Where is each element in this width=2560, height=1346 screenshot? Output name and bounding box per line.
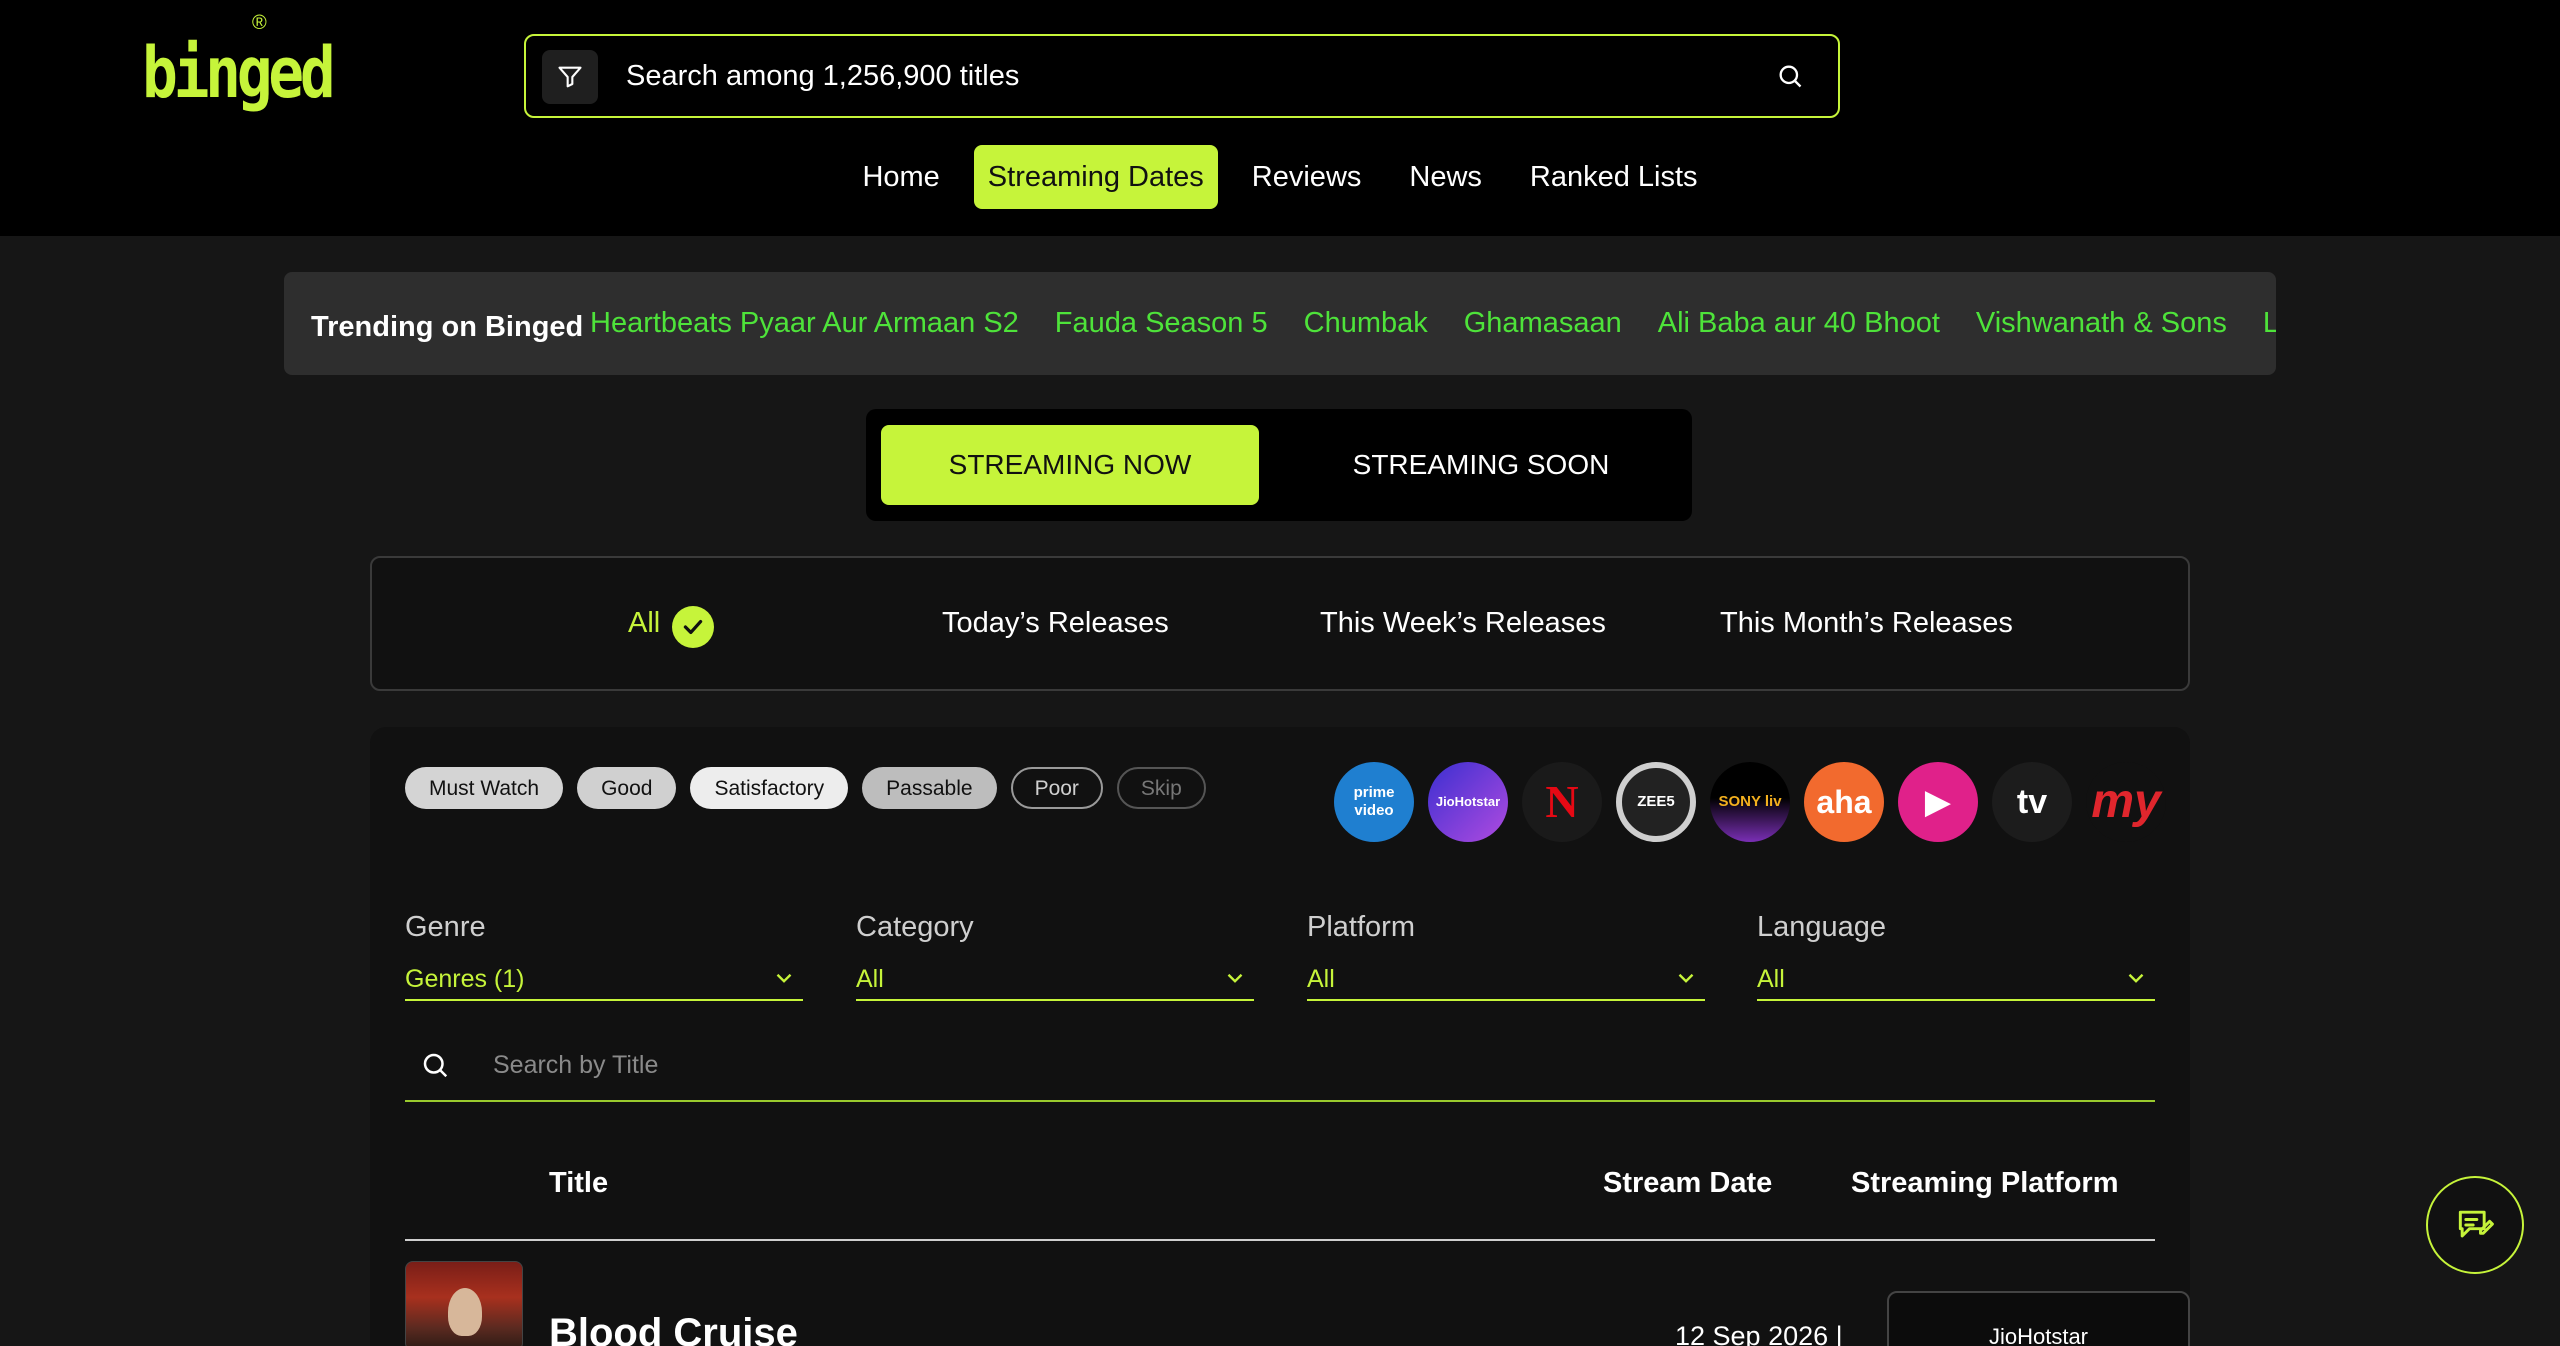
column-streaming-platform: Streaming Platform bbox=[1851, 1167, 2119, 1199]
top-bar: binged ® Search among 1,256,900 titles H… bbox=[0, 0, 2560, 236]
mx-player-icon[interactable]: my bbox=[2086, 762, 2166, 842]
main-nav: Home Streaming Dates Reviews News Ranked… bbox=[0, 145, 2560, 209]
filter-icon[interactable] bbox=[542, 50, 598, 104]
nav-home[interactable]: Home bbox=[848, 145, 953, 209]
chip-poor[interactable]: Poor bbox=[1010, 767, 1103, 809]
category-label: Category bbox=[856, 911, 974, 943]
binged-logo[interactable]: binged bbox=[142, 28, 336, 118]
zee5-icon[interactable]: ZEE5 bbox=[1616, 762, 1696, 842]
search-icon bbox=[423, 1053, 448, 1078]
trending-item[interactable]: Ali Baba aur 40 Bhoot bbox=[1658, 272, 1940, 375]
prime-video-icon[interactable]: prime video bbox=[1334, 762, 1414, 842]
row-platform-badge[interactable]: JioHotstar bbox=[1887, 1291, 2190, 1346]
aha-icon[interactable]: aha bbox=[1804, 762, 1884, 842]
tab-todays-releases[interactable]: Today’s Releases bbox=[942, 558, 1169, 689]
title-search-input[interactable]: Search by Title bbox=[493, 1032, 658, 1102]
trending-bar: Trending on Binged Heartbeats Pyaar Aur … bbox=[284, 272, 2276, 375]
streaming-now-button[interactable]: STREAMING NOW bbox=[881, 425, 1259, 505]
registered-mark: ® bbox=[252, 12, 267, 34]
trending-label: Trending on Binged bbox=[311, 311, 584, 343]
jiohotstar-icon[interactable]: JioHotstar bbox=[1428, 762, 1508, 842]
category-select[interactable]: All bbox=[856, 961, 1254, 1001]
category-value: All bbox=[856, 965, 884, 993]
filter-row: Genre Genres (1) Category All Platform A… bbox=[405, 907, 2155, 1017]
trending-item[interactable]: Heartbeats Pyaar Aur Armaan S2 bbox=[590, 272, 1019, 375]
feedback-icon[interactable] bbox=[2426, 1176, 2524, 1274]
jiocinema-icon[interactable]: ▶ bbox=[1898, 762, 1978, 842]
platform-icons: prime video JioHotstar N ZEE5 SONY liv a… bbox=[1334, 762, 2166, 842]
column-stream-date: Stream Date bbox=[1603, 1167, 1773, 1199]
nav-reviews[interactable]: Reviews bbox=[1238, 145, 1376, 209]
column-title: Title bbox=[549, 1167, 609, 1199]
tab-this-weeks-releases[interactable]: This Week’s Releases bbox=[1320, 558, 1606, 689]
chip-satisfactory[interactable]: Satisfactory bbox=[690, 767, 849, 809]
poster-thumbnail[interactable] bbox=[405, 1261, 523, 1346]
chevron-down-icon bbox=[2128, 973, 2144, 983]
language-label: Language bbox=[1757, 911, 1887, 943]
streaming-toggle: STREAMING NOW STREAMING SOON bbox=[866, 409, 1692, 521]
language-select[interactable]: All bbox=[1757, 961, 2155, 1001]
trending-item[interactable]: Fauda Season 5 bbox=[1055, 272, 1268, 375]
verdict-chips: Must Watch Good Satisfactory Passable Po… bbox=[405, 767, 1206, 809]
genre-filter[interactable]: Genre Genres (1) bbox=[405, 907, 803, 1001]
table-row[interactable]: Blood Cruise 12 Sep 2026 | JioHotstar bbox=[405, 1261, 2190, 1346]
trending-item[interactable]: Chumbak bbox=[1304, 272, 1428, 375]
listing-panel: Must Watch Good Satisfactory Passable Po… bbox=[370, 727, 2190, 1346]
category-filter[interactable]: Category All bbox=[856, 907, 1254, 1001]
nav-ranked-lists[interactable]: Ranked Lists bbox=[1516, 145, 1712, 209]
tab-this-months-releases[interactable]: This Month’s Releases bbox=[1720, 558, 2013, 689]
sony-liv-icon[interactable]: SONY liv bbox=[1710, 762, 1790, 842]
chevron-down-icon bbox=[1678, 973, 1694, 983]
chip-must-watch[interactable]: Must Watch bbox=[405, 767, 564, 809]
trending-item[interactable]: Vishwanath & Sons bbox=[1976, 272, 2227, 375]
search-input[interactable]: Search among 1,256,900 titles bbox=[626, 36, 1019, 116]
row-title[interactable]: Blood Cruise bbox=[549, 1311, 798, 1346]
platform-value: All bbox=[1307, 965, 1335, 993]
language-filter[interactable]: Language All bbox=[1757, 907, 2155, 1001]
trending-item[interactable]: Last bbox=[2263, 272, 2276, 375]
platform-filter[interactable]: Platform All bbox=[1307, 907, 1705, 1001]
genre-label: Genre bbox=[405, 911, 486, 943]
platform-select[interactable]: All bbox=[1307, 961, 1705, 1001]
nav-streaming-dates[interactable]: Streaming Dates bbox=[973, 145, 1218, 209]
nav-news[interactable]: News bbox=[1395, 145, 1496, 209]
streaming-soon-button[interactable]: STREAMING SOON bbox=[1284, 425, 1678, 505]
row-stream-date: 12 Sep 2026 | bbox=[1675, 1321, 1843, 1346]
trending-list: Heartbeats Pyaar Aur Armaan S2 Fauda Sea… bbox=[590, 272, 2276, 375]
global-search-bar[interactable]: Search among 1,256,900 titles bbox=[524, 34, 1840, 118]
trending-item[interactable]: Ghamasaan bbox=[1464, 272, 1622, 375]
chip-passable[interactable]: Passable bbox=[862, 767, 997, 809]
netflix-icon[interactable]: N bbox=[1522, 762, 1602, 842]
platform-label: Platform bbox=[1307, 911, 1415, 943]
search-icon[interactable] bbox=[1772, 58, 1808, 94]
language-value: All bbox=[1757, 965, 1785, 993]
release-period-tabs: All Today’s Releases This Week’s Release… bbox=[370, 556, 2190, 691]
check-icon bbox=[672, 606, 714, 648]
chip-skip[interactable]: Skip bbox=[1116, 767, 1206, 809]
title-search-field[interactable]: Search by Title bbox=[405, 1032, 2155, 1102]
genre-select[interactable]: Genres (1) bbox=[405, 961, 803, 1001]
table-header: Title Stream Date Streaming Platform bbox=[405, 1127, 2155, 1241]
chevron-down-icon bbox=[776, 973, 792, 983]
chip-good[interactable]: Good bbox=[577, 767, 677, 809]
genre-value: Genres (1) bbox=[405, 965, 525, 993]
tab-all[interactable]: All bbox=[628, 558, 660, 689]
chevron-down-icon bbox=[1227, 973, 1243, 983]
apple-tv-icon[interactable]: tv bbox=[1992, 762, 2072, 842]
